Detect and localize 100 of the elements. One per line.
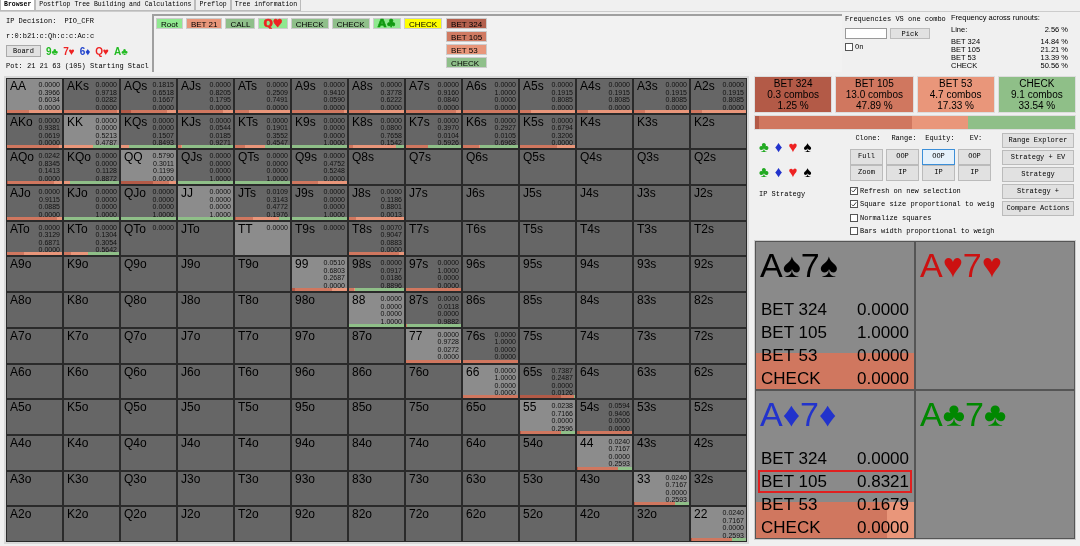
hand-cell[interactable]: 54o [519,434,576,471]
hand-cell[interactable]: T2s [690,220,747,257]
hand-cell[interactable]: 73o [405,470,462,507]
hand-cell[interactable]: K2o [63,506,120,542]
hand-cell[interactable]: 76o [405,363,462,400]
suit-icon[interactable]: ♠ [803,139,812,154]
suit-icon[interactable]: ♣ [759,164,769,179]
hand-cell[interactable]: 73s [633,327,690,364]
hand-cell[interactable]: Q6s [462,149,519,186]
hand-cell[interactable]: 85o [348,399,405,435]
hand-cell[interactable]: K8o [63,292,120,328]
hand-cell[interactable]: 86s [462,292,519,328]
suit-icon[interactable]: ♦ [774,164,783,179]
hand-cell[interactable]: J4s [576,185,633,221]
option-node[interactable]: BET 324 [446,18,488,29]
hand-cell[interactable]: 97o [291,327,348,364]
action-node[interactable]: Root [156,18,183,29]
option-node[interactable]: BET 53 [446,44,488,55]
checkbox[interactable] [850,227,858,236]
hand-cell[interactable]: J3o [177,470,234,507]
hand-cell[interactable]: 64o [462,434,519,471]
hand-cell[interactable]: A6o [6,363,63,400]
hand-cell[interactable]: T6s [462,220,519,257]
hand-cell[interactable]: 83o [348,470,405,507]
hand-cell[interactable]: 92o [291,506,348,542]
hand-cell[interactable]: 85s [519,292,576,328]
action-node[interactable]: CALL [225,18,256,29]
hand-cell[interactable]: A8o [6,292,63,328]
hand-cell[interactable]: 75o [405,399,462,435]
combo-input[interactable] [845,27,887,39]
hand-cell[interactable]: J7o [177,327,234,364]
hand-cell[interactable]: T9o [234,256,291,293]
hand-cell[interactable]: T2o [234,506,291,542]
hand-cell[interactable]: T4o [234,434,291,471]
hand-cell[interactable]: Q6o [120,363,177,400]
hand-cell[interactable]: J5o [177,399,234,435]
hand-cell[interactable]: 65o [462,399,519,435]
hand-cell[interactable]: K2s [690,113,747,150]
hand-cell[interactable]: T8o [234,292,291,328]
hand-cell[interactable]: Q2o [120,506,177,542]
hand-cell[interactable]: 52o [519,506,576,542]
action-node[interactable]: CHECK [290,18,329,29]
suit-icon[interactable]: ♥ [788,139,798,154]
hand-cell[interactable]: 93o [291,470,348,507]
hand-cell[interactable]: 84s [576,292,633,328]
hand-cell[interactable]: 86o [348,363,405,400]
hand-cell[interactable]: 53s [633,399,690,435]
hand-cell[interactable]: 43o [576,470,633,507]
hand-cell[interactable]: 32s [690,470,747,507]
hand-cell[interactable]: Q3s [633,149,690,186]
hand-cell[interactable]: T5s [519,220,576,257]
hand-cell[interactable]: J5s [519,185,576,221]
suit-icon[interactable]: ♥ [788,164,798,179]
checkbox[interactable] [845,42,853,51]
hand-cell[interactable]: Q4s [576,149,633,186]
card-node[interactable]: Q♥ [258,18,288,29]
hand-cell[interactable]: J2s [690,185,747,221]
hand-cell[interactable]: 43s [633,434,690,471]
hand-cell[interactable]: K3s [633,113,690,150]
hand-cell[interactable]: J6o [177,363,234,400]
hand-cell[interactable]: T7o [234,327,291,364]
hand-cell[interactable]: Q7o [120,327,177,364]
hand-cell[interactable]: 92s [690,256,747,293]
hand-cell[interactable]: 32o [633,506,690,542]
hand-cell[interactable]: T6o [234,363,291,400]
hand-cell[interactable]: J8o [177,292,234,328]
hand-cell[interactable]: J9o [177,256,234,293]
hand-cell[interactable]: J6s [462,185,519,221]
hand-cell[interactable]: K7o [63,327,120,364]
hand-cell[interactable]: T5o [234,399,291,435]
hand-cell[interactable]: A5o [6,399,63,435]
hand-cell[interactable]: Q5s [519,149,576,186]
hand-cell[interactable]: 95o [291,399,348,435]
suit-icon[interactable]: ♣ [759,139,769,154]
hand-cell[interactable]: 74s [576,327,633,364]
checkbox[interactable] [850,186,858,195]
hand-cell[interactable]: Q8o [120,292,177,328]
hand-cell[interactable]: 42o [576,506,633,542]
hand-cell[interactable]: J4o [177,434,234,471]
hand-cell[interactable]: 72s [690,327,747,364]
hand-cell[interactable]: K3o [63,470,120,507]
hand-cell[interactable]: Q8s [348,149,405,186]
hand-cell[interactable]: 82s [690,292,747,328]
hand-cell[interactable]: 94o [291,434,348,471]
hand-cell[interactable]: T7s [405,220,462,257]
hand-cell[interactable]: 82o [348,506,405,542]
card-node[interactable]: A♣ [372,18,402,29]
hand-cell[interactable]: 75s [519,327,576,364]
hand-cell[interactable]: 72o [405,506,462,542]
hand-cell[interactable]: A2o [6,506,63,542]
hand-cell[interactable]: T3o [234,470,291,507]
hand-cell[interactable]: 83s [633,292,690,328]
hand-cell[interactable]: Q2s [690,149,747,186]
hand-cell[interactable]: J3s [633,185,690,221]
hand-cell[interactable]: Q4o [120,434,177,471]
suit-icon[interactable]: ♠ [803,164,812,179]
hand-cell[interactable]: K9o [63,256,120,293]
action-node[interactable]: CHECK [331,18,370,29]
option-node[interactable]: CHECK [446,57,488,68]
hand-cell[interactable]: Q3o [120,470,177,507]
